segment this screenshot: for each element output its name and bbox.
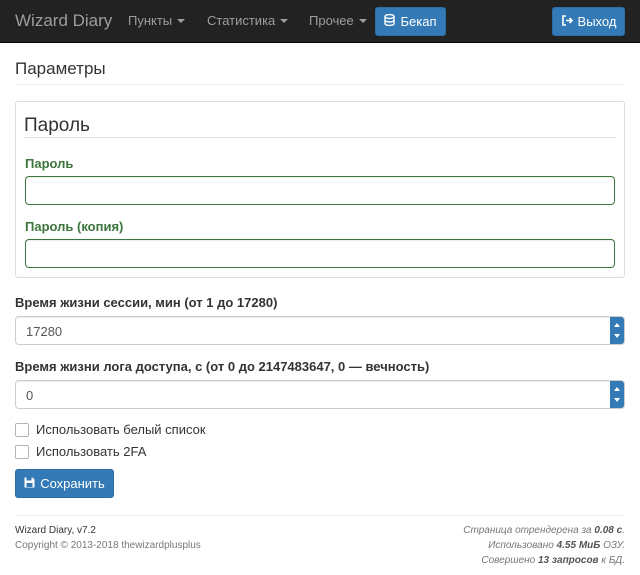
whitelist-checkbox[interactable] <box>15 422 29 437</box>
footer-copyright: Copyright © 2013-2018 thewizardplusplus <box>15 540 201 551</box>
footer-version: Wizard Diary, v7.2 <box>15 525 96 536</box>
whitelist-option[interactable]: Использовать белый список <box>15 422 206 437</box>
memory-value: 4.55 МиБ <box>556 540 601 551</box>
session-lifetime-label: Время жизни сессии, мин (от 1 до 17280) <box>15 295 278 310</box>
spinner-down-icon[interactable] <box>614 397 620 402</box>
memory-suffix: ОЗУ. <box>600 540 625 551</box>
legend-divider <box>24 137 616 138</box>
logout-button-label: Выход <box>577 14 617 29</box>
caret-down-icon <box>177 19 186 23</box>
session-lifetime-spinner[interactable] <box>610 317 624 344</box>
footer-render-time: Страница отрендерена за 0.08 с. <box>463 525 625 536</box>
twofa-label: Использовать 2FA <box>36 444 147 459</box>
sign-out-icon <box>561 14 573 29</box>
password-label: Пароль <box>25 156 74 171</box>
logout-button[interactable]: Выход <box>552 7 625 36</box>
nav-menu-other[interactable]: Прочее <box>309 13 367 28</box>
nav-menu-statistics-label: Статистика <box>207 13 276 28</box>
caret-down-icon <box>280 19 289 23</box>
access-log-lifetime-input[interactable]: 0 <box>15 380 625 409</box>
floppy-disk-icon <box>24 477 35 491</box>
database-icon <box>384 13 396 29</box>
save-button[interactable]: Сохранить <box>15 469 114 498</box>
queries-value: 13 запросов <box>538 555 599 566</box>
password-copy-field[interactable] <box>25 239 615 268</box>
render-time-value: 0.08 с <box>594 525 623 536</box>
queries-prefix: Совершено <box>481 555 538 566</box>
whitelist-label: Использовать белый список <box>36 422 206 437</box>
nav-menu-statistics[interactable]: Статистика <box>207 13 289 28</box>
footer-memory: Использовано 4.55 МиБ ОЗУ. <box>488 540 625 551</box>
title-divider <box>15 84 625 85</box>
password-legend: Пароль <box>24 115 90 136</box>
footer-queries: Совершено 13 запросов к БД. <box>481 555 625 566</box>
queries-suffix: к БД. <box>598 555 625 566</box>
navbar: Wizard Diary Пункты Статистика Прочее Бе… <box>0 0 640 43</box>
session-lifetime-input[interactable]: 17280 <box>15 316 625 345</box>
password-field[interactable] <box>25 176 615 205</box>
access-log-lifetime-value: 0 <box>26 388 34 403</box>
backup-button-label: Бекап <box>400 14 437 29</box>
spinner-down-icon[interactable] <box>614 333 620 338</box>
render-time-prefix: Страница отрендерена за <box>463 525 595 536</box>
caret-down-icon <box>358 19 367 23</box>
page-title: Параметры <box>15 59 106 78</box>
password-copy-label: Пароль (копия) <box>25 219 124 234</box>
session-lifetime-value: 17280 <box>26 324 63 339</box>
navbar-brand[interactable]: Wizard Diary <box>15 11 112 31</box>
spinner-up-icon[interactable] <box>614 323 620 328</box>
spinner-up-icon[interactable] <box>614 387 620 392</box>
twofa-checkbox[interactable] <box>15 444 29 459</box>
footer-divider <box>15 515 625 516</box>
render-time-suffix: . <box>622 525 625 536</box>
nav-menu-items[interactable]: Пункты <box>128 13 186 28</box>
memory-prefix: Использовано <box>488 540 557 551</box>
backup-button[interactable]: Бекап <box>375 7 446 36</box>
nav-menu-items-label: Пункты <box>128 13 173 28</box>
access-log-lifetime-spinner[interactable] <box>610 381 624 408</box>
twofa-option[interactable]: Использовать 2FA <box>15 444 146 459</box>
nav-menu-other-label: Прочее <box>309 13 354 28</box>
save-button-label: Сохранить <box>40 476 105 491</box>
access-log-lifetime-label: Время жизни лога доступа, с (от 0 до 214… <box>15 359 430 374</box>
